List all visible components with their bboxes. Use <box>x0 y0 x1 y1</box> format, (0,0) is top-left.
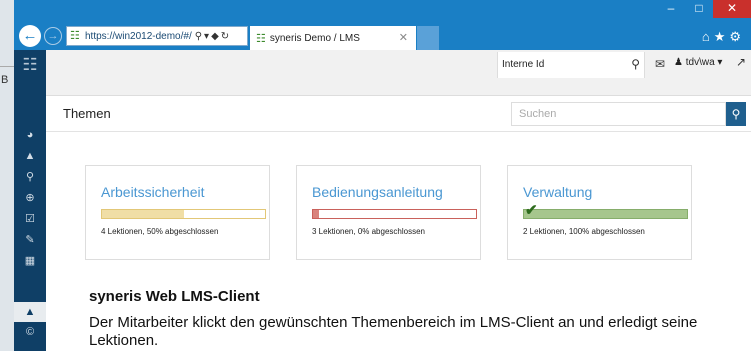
browser-toolbar-icons: ⌂★⚙ <box>702 29 745 45</box>
topic-status: 4 Lektionen, 50% abgeschlossen <box>101 227 219 236</box>
topic-progress-fill <box>102 210 184 218</box>
tab-close-icon[interactable]: ✕ <box>399 31 408 44</box>
page-title: Themen <box>63 106 111 121</box>
grid-icon[interactable]: ▦ <box>14 251 46 271</box>
home-icon[interactable]: ⌂ <box>702 29 714 44</box>
minimize-icon[interactable]: – <box>657 0 685 18</box>
topic-title: Arbeitssicherheit <box>101 184 205 200</box>
user-name: tdv\wa <box>685 57 715 68</box>
topic-progress-bar <box>523 209 688 219</box>
browser-tab[interactable]: ☷ syneris Demo / LMS ✕ <box>250 26 416 50</box>
favorites-star-icon[interactable]: ★ <box>714 29 730 44</box>
app-sidebar: ☷ ◕ ▲ ⚲ ⊕ ☑ ✎ ▦ ▲ © <box>14 50 46 351</box>
graduation-cap-icon[interactable]: ▲ <box>14 302 46 322</box>
search-input[interactable]: Suchen <box>511 102 726 126</box>
caption-title: syneris Web LMS-Client <box>89 288 260 305</box>
settings-gear-icon[interactable]: ⚙ <box>729 29 745 44</box>
topic-status: 2 Lektionen, 100% abgeschlossen <box>523 227 645 236</box>
id-search-icon[interactable]: ⚲ <box>631 57 640 71</box>
completed-check-icon: ✔ <box>525 202 538 219</box>
external-link-icon[interactable]: ↗ <box>736 55 746 69</box>
app-logo-icon[interactable]: ☷ <box>20 55 40 75</box>
tab-favicon-icon: ☷ <box>256 32 266 45</box>
sitemap-icon[interactable]: ▲ <box>14 146 46 166</box>
topic-status: 3 Lektionen, 0% abgeschlossen <box>312 227 425 236</box>
tab-title: syneris Demo / LMS <box>269 32 360 44</box>
back-arrow-icon[interactable]: ← <box>19 25 41 47</box>
desktop-divider <box>0 66 14 67</box>
desktop-background: B <box>0 0 14 351</box>
user-menu[interactable]: ♟ tdv\wa ▾ <box>674 57 722 68</box>
zoom-icon[interactable]: ⊕ <box>14 188 46 208</box>
topic-card[interactable]: Arbeitssicherheit 4 Lektionen, 50% abges… <box>85 165 270 260</box>
internal-id-field[interactable]: Interne Id ⚲ <box>497 52 645 78</box>
address-bar[interactable]: ☷ https://win2012-demo/#/ ⚲▾◆↻ <box>66 26 248 46</box>
topic-progress-fill <box>524 210 687 218</box>
topic-title: Bedienungsanleitung <box>312 184 443 200</box>
topic-progress-bar <box>312 209 477 219</box>
topic-card[interactable]: Verwaltung ✔ 2 Lektionen, 100% abgeschlo… <box>507 165 692 260</box>
new-tab-button[interactable] <box>417 26 439 50</box>
topic-card[interactable]: Bedienungsanleitung 3 Lektionen, 0% abge… <box>296 165 481 260</box>
search-icon[interactable]: ⚲ <box>14 167 46 187</box>
mail-icon[interactable]: ✉ <box>655 57 665 71</box>
page-header: Themen Suchen ⚲ <box>46 96 751 132</box>
dashboard-icon[interactable]: ◕ <box>14 125 46 145</box>
topic-progress-fill <box>313 210 319 218</box>
browser-chrome: – □ ✕ ← → ☷ https://win2012-demo/#/ ⚲▾◆↻… <box>14 0 751 50</box>
desktop-letter: B <box>1 74 9 86</box>
site-favicon-icon: ☷ <box>70 30 80 42</box>
window-controls: – □ ✕ <box>657 0 751 18</box>
close-icon[interactable]: ✕ <box>713 0 751 18</box>
checklist-icon[interactable]: ☑ <box>14 209 46 229</box>
search-button[interactable]: ⚲ <box>726 102 746 126</box>
address-controls[interactable]: ⚲▾◆↻ <box>195 31 231 42</box>
topic-title: Verwaltung <box>523 184 593 200</box>
internal-id-value: Interne Id <box>502 59 545 70</box>
pencil-icon[interactable]: ✎ <box>14 230 46 250</box>
copyright-icon[interactable]: © <box>14 322 46 342</box>
topic-progress-bar <box>101 209 266 219</box>
caption-overlay: syneris Web LMS-Client Der Mitarbeiter k… <box>69 270 751 351</box>
search-placeholder: Suchen <box>519 108 557 120</box>
forward-arrow-icon[interactable]: → <box>44 27 62 45</box>
address-url: https://win2012-demo/#/ <box>85 30 192 42</box>
caption-body: Der Mitarbeiter klickt den gewünschten T… <box>89 314 698 349</box>
app-topbar: Interne Id ⚲ ✉ ♟ tdv\wa ▾ ↗ <box>46 50 751 96</box>
maximize-icon[interactable]: □ <box>685 0 713 18</box>
